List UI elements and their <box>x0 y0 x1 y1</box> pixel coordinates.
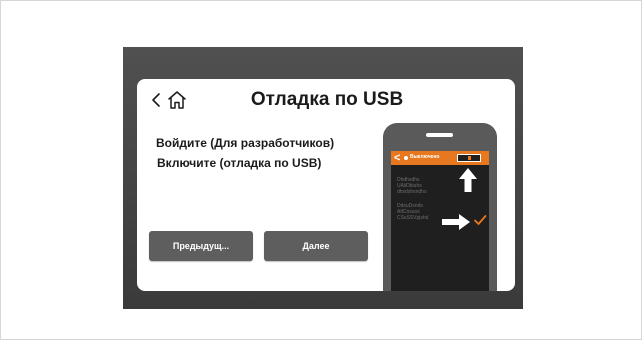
phone-status-label: Выключено <box>410 154 440 160</box>
device-frame: Отладка по USB Войдите (Для разработчико… <box>123 47 523 309</box>
instruction-step-1: Войдите (Для разработчиков) <box>156 136 335 150</box>
phone-illustration: < Выключено Dhdhsdhs UAiiDbiuhs dhsdshsn… <box>383 123 497 291</box>
phone-toggle-knob <box>468 156 471 160</box>
instruction-step-2: Включите (отладка по USB) <box>157 156 322 170</box>
previous-button[interactable]: Предыдущ... <box>149 231 253 261</box>
page-title: Отладка по USB <box>250 89 404 110</box>
check-icon <box>474 215 487 225</box>
next-button[interactable]: Далее <box>264 231 368 261</box>
phone-text-block-1: Dhdhsdhs UAiiDbiuhs dhsdshsndhs <box>397 177 427 195</box>
phone-gear-icon <box>404 156 408 160</box>
arrow-right-icon <box>442 214 470 230</box>
phone-header-bar: < Выключено <box>391 151 489 165</box>
home-icon[interactable] <box>166 89 188 111</box>
chevron-left-icon[interactable] <box>149 92 163 108</box>
phone-screen: < Выключено Dhdhsdhs UAiiDbiuhs dhsdshsn… <box>391 151 489 291</box>
phone-text-block-2: DdsuDsnds AtlCnsuos CSsSSVpjshd <box>397 203 429 221</box>
arrow-up-icon <box>459 168 477 192</box>
phone-speaker <box>426 133 453 137</box>
device-screen: Отладка по USB Войдите (Для разработчико… <box>137 79 515 291</box>
phone-back-icon: < <box>394 152 401 164</box>
phone-toggle-switch <box>457 154 481 162</box>
page: Отладка по USB Войдите (Для разработчико… <box>0 0 642 340</box>
